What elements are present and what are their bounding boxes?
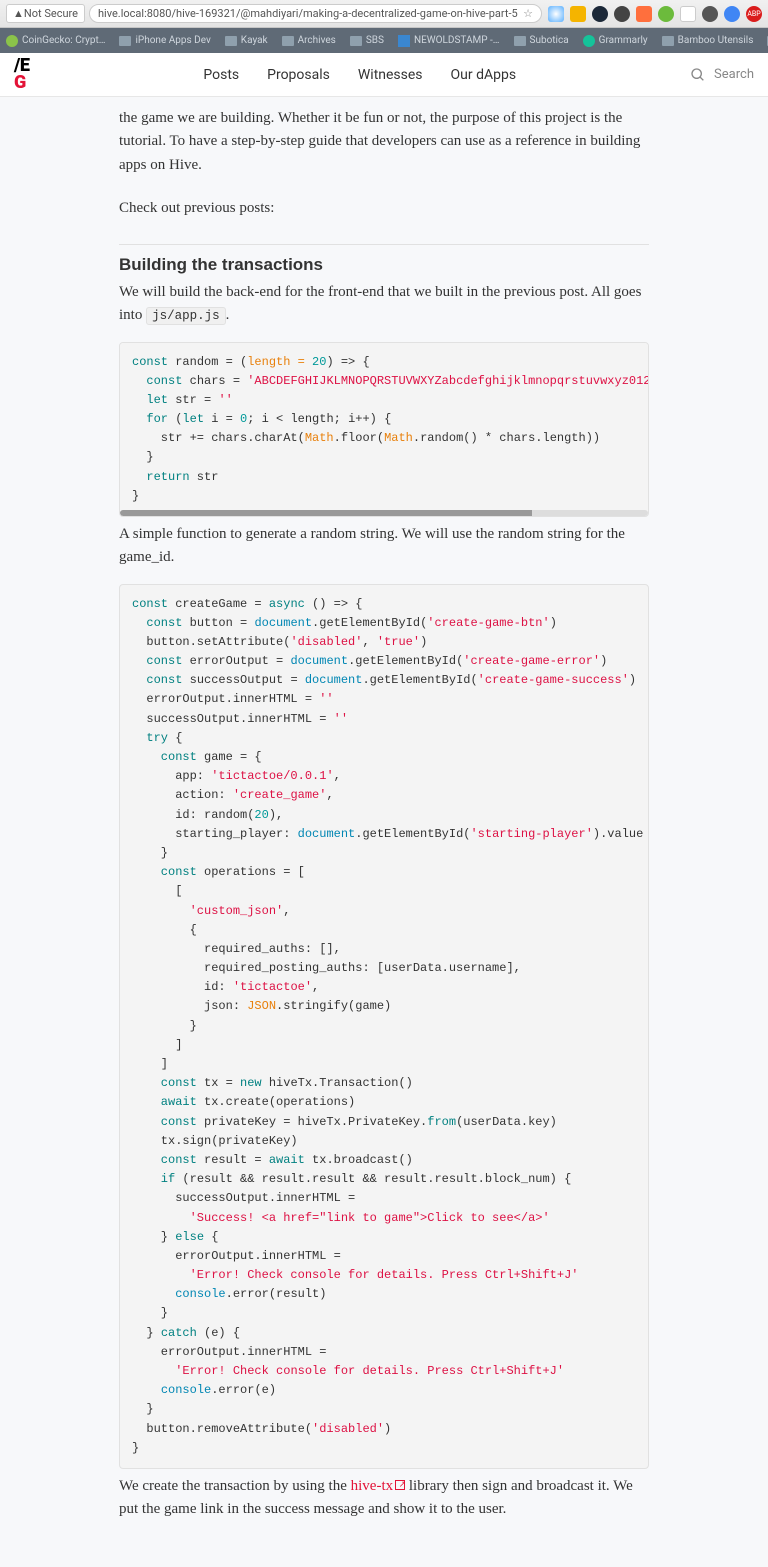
nav-witnesses[interactable]: Witnesses <box>358 67 423 83</box>
bookmark-item[interactable]: Kayak <box>225 35 268 46</box>
bookmark-item[interactable]: Bamboo Utensils <box>662 35 754 46</box>
hive-logo[interactable]: /EG <box>14 58 29 90</box>
nav-dapps[interactable]: Our dApps <box>451 67 517 83</box>
paragraph: We create the transaction by using the h… <box>119 1475 649 1522</box>
previous-posts-label: Check out previous posts: <box>119 197 649 220</box>
nav-proposals[interactable]: Proposals <box>267 67 330 83</box>
ext-icon[interactable] <box>680 6 696 22</box>
abp-icon[interactable]: ABP <box>746 6 762 22</box>
code-block-random: const random = (length = 20) => { const … <box>119 342 649 518</box>
search-icon <box>690 67 706 83</box>
bookmark-star-icon[interactable]: ☆ <box>523 7 533 20</box>
browser-url-bar: ▲ Not Secure hive.local:8080/hive-169321… <box>0 0 768 28</box>
inline-code: js/app.js <box>146 307 226 325</box>
section-paragraph: We will build the back-end for the front… <box>119 281 649 328</box>
bookmark-item[interactable]: Grammarly <box>583 35 648 47</box>
bookmarks-bar: CoinGecko: Crypt… iPhone Apps Dev Kayak … <box>0 28 768 53</box>
address-bar[interactable]: hive.local:8080/hive-169321/@mahdiyari/m… <box>89 4 542 23</box>
bookmark-item[interactable]: NEWOLDSTAMP -… <box>398 35 500 47</box>
divider <box>119 244 649 245</box>
hive-tx-link[interactable]: hive-tx <box>351 1478 406 1494</box>
ext-icon[interactable] <box>636 6 652 22</box>
bookmark-item[interactable]: Archives <box>282 35 336 46</box>
ext-icon[interactable] <box>658 6 674 22</box>
ext-icon[interactable] <box>724 6 740 22</box>
site-nav: /EG Posts Proposals Witnesses Our dApps … <box>0 53 768 97</box>
security-chip[interactable]: ▲ Not Secure <box>6 4 85 23</box>
steam-icon[interactable] <box>592 6 608 22</box>
paragraph: A simple function to generate a random s… <box>119 523 649 570</box>
ext-icon[interactable] <box>570 6 586 22</box>
search-placeholder: Search <box>714 67 754 82</box>
nav-posts[interactable]: Posts <box>203 67 239 83</box>
bookmark-item[interactable]: SBS <box>350 35 384 46</box>
code-block-creategame: const createGame = async () => { const b… <box>119 584 649 1469</box>
article-body: the game we are building. Whether it be … <box>119 97 649 1567</box>
ext-icon[interactable] <box>548 6 564 22</box>
bookmark-item[interactable]: Subotica <box>514 35 569 46</box>
external-link-icon <box>395 1480 405 1490</box>
intro-paragraph: the game we are building. Whether it be … <box>119 107 649 177</box>
section-heading: Building the transactions <box>119 255 649 275</box>
ext-icon[interactable] <box>614 6 630 22</box>
ext-icon[interactable] <box>702 6 718 22</box>
bookmark-item[interactable]: iPhone Apps Dev <box>119 35 210 46</box>
bookmark-item[interactable]: CoinGecko: Crypt… <box>6 35 105 47</box>
extension-icons: ABP <box>548 6 762 22</box>
search-box[interactable]: Search <box>690 67 754 83</box>
